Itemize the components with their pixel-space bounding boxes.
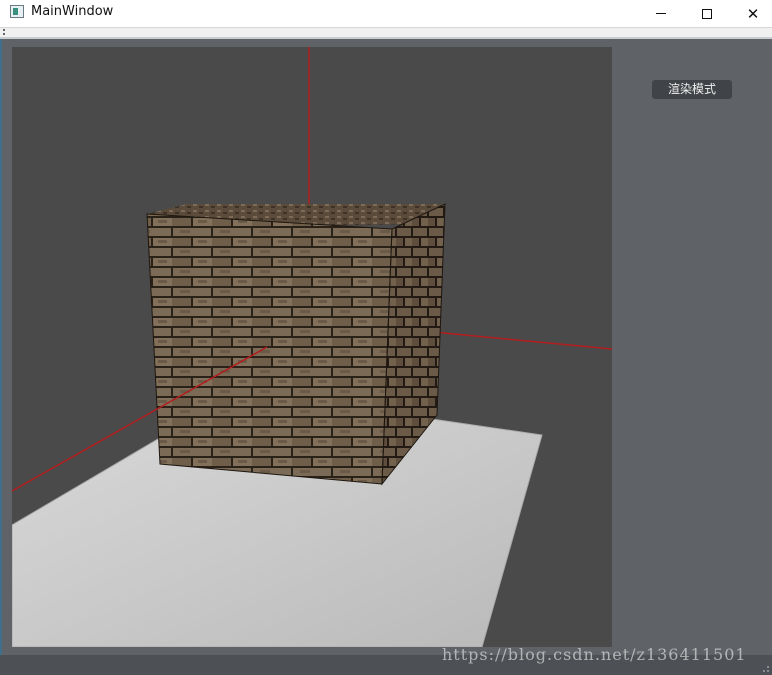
title-bar: MainWindow ✕ [0, 0, 772, 28]
close-button[interactable]: ✕ [730, 0, 772, 27]
maximize-button[interactable] [684, 0, 730, 27]
cube-front-face [147, 214, 392, 484]
app-icon [10, 5, 24, 18]
toolbar [0, 28, 772, 37]
opengl-viewport[interactable] [12, 47, 612, 647]
toolbar-grip-handle[interactable] [3, 29, 7, 35]
size-grip-icon[interactable] [760, 663, 770, 673]
minimize-button[interactable] [638, 0, 684, 27]
scene-render [12, 47, 612, 647]
axis-x [411, 329, 612, 350]
close-icon: ✕ [746, 4, 760, 23]
maximize-icon [702, 8, 712, 19]
minimize-icon [656, 13, 666, 14]
render-mode-button[interactable]: 渲染模式 [652, 80, 732, 99]
window-left-edge [0, 39, 2, 655]
watermark-text: https://blog.csdn.net/z136411501 [442, 645, 747, 664]
window-title: MainWindow [31, 4, 114, 19]
